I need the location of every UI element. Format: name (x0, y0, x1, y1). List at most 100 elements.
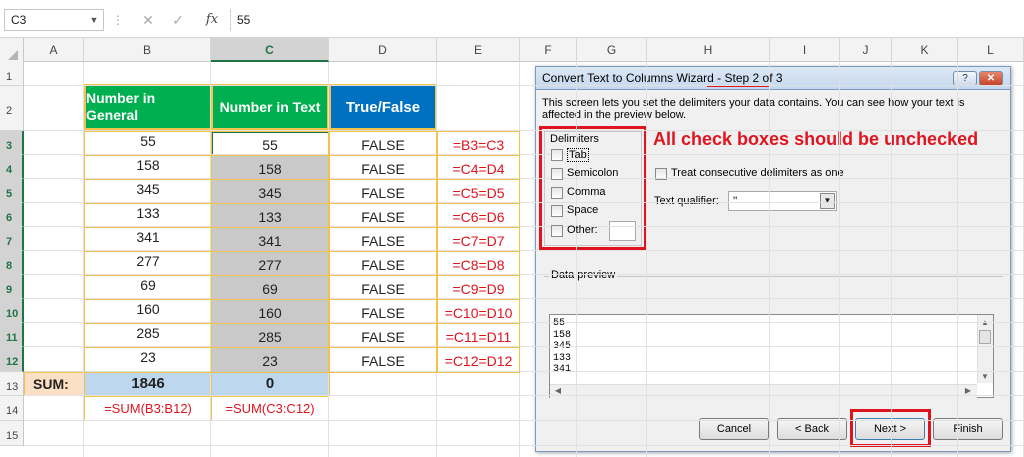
sum-label-cell[interactable]: SUM: (24, 372, 84, 396)
bool-value-cell[interactable]: FALSE (329, 179, 437, 204)
close-button[interactable]: ✕ (979, 71, 1003, 86)
column-header-k[interactable]: K (892, 38, 958, 62)
cancel-edit-icon[interactable]: ✕ (138, 10, 158, 30)
row-header-10[interactable]: 10 (0, 299, 24, 323)
column-header-g[interactable]: G (577, 38, 647, 62)
text-value-cell[interactable]: 55 (211, 131, 329, 156)
row-header-7[interactable]: 7 (0, 227, 24, 251)
column-header-e[interactable]: E (437, 38, 520, 62)
insert-function-icon[interactable]: fx (200, 10, 224, 30)
text-value-cell[interactable]: 133 (211, 203, 329, 228)
formula-text-cell[interactable]: =C7=D7 (437, 227, 520, 252)
delimiter-checkbox-tab[interactable] (551, 149, 563, 161)
text-value-cell[interactable]: 158 (211, 155, 329, 180)
confirm-edit-icon[interactable]: ✓ (168, 10, 188, 30)
formula-text-cell[interactable]: =C5=D5 (437, 179, 520, 204)
sum-text-cell[interactable]: 0 (211, 372, 329, 396)
row-header-13[interactable]: 13 (0, 372, 24, 396)
bool-value-cell[interactable]: FALSE (329, 227, 437, 252)
row-header-11[interactable]: 11 (0, 323, 24, 347)
name-box-dropdown-icon[interactable]: ▼ (86, 9, 102, 31)
general-value-cell[interactable]: 341 (84, 227, 212, 252)
column-header-f[interactable]: F (520, 38, 577, 62)
back-button[interactable]: < Back (777, 418, 847, 440)
formula-text-cell[interactable]: =C8=D8 (437, 251, 520, 276)
general-value-cell[interactable]: 55 (84, 131, 212, 156)
column-header-j[interactable]: J (840, 38, 892, 62)
general-value-cell[interactable]: 160 (84, 299, 212, 324)
chevron-down-icon[interactable]: ▼ (820, 193, 835, 209)
cancel-button[interactable]: Cancel (699, 418, 769, 440)
text-value-cell[interactable]: 345 (211, 179, 329, 204)
dialog-title-bar[interactable]: Convert Text to Columns Wizard - Step 2 … (535, 66, 1011, 90)
row-header-9[interactable]: 9 (0, 275, 24, 299)
bool-value-cell[interactable]: FALSE (329, 155, 437, 180)
preview-line: 158 (553, 329, 572, 341)
sum-empty-cell[interactable] (329, 372, 437, 396)
sum-general-cell[interactable]: 1846 (84, 372, 212, 396)
delimiter-label-comma: Comma (567, 186, 606, 198)
delimiter-checkbox-other[interactable] (551, 225, 563, 237)
general-value-cell[interactable]: 277 (84, 251, 212, 276)
row-header-1[interactable]: 1 (0, 62, 24, 86)
formula-text-cell[interactable]: =C10=D10 (437, 299, 520, 324)
delimiter-checkbox-semicolon[interactable] (551, 168, 563, 180)
row-header-8[interactable]: 8 (0, 251, 24, 275)
text-value-cell[interactable]: 69 (211, 275, 329, 300)
formula-text-cell[interactable]: =C4=D4 (437, 155, 520, 180)
header-number-general[interactable]: Number in General (84, 84, 212, 130)
header-true-false[interactable]: True/False (329, 84, 437, 130)
bool-value-cell[interactable]: FALSE (329, 131, 437, 156)
column-header-b[interactable]: B (84, 38, 211, 62)
general-value-cell[interactable]: 285 (84, 323, 212, 348)
text-value-cell[interactable]: 277 (211, 251, 329, 276)
row-header-15[interactable]: 15 (0, 421, 24, 446)
formula-text-cell[interactable]: =C9=D9 (437, 275, 520, 300)
general-value-cell[interactable]: 345 (84, 179, 212, 204)
delimiter-checkbox-comma[interactable] (551, 187, 563, 199)
bool-value-cell[interactable]: FALSE (329, 203, 437, 228)
scroll-down-icon[interactable]: ▼ (979, 372, 991, 381)
row-header-6[interactable]: 6 (0, 203, 24, 227)
bool-value-cell[interactable]: FALSE (329, 299, 437, 324)
formula-text-cell[interactable]: =C6=D6 (437, 203, 520, 228)
row-header-12[interactable]: 12 (0, 347, 24, 372)
preview-scroll-thumb[interactable] (979, 330, 991, 344)
finish-button[interactable]: Finish (933, 418, 1003, 440)
column-header-h[interactable]: H (647, 38, 770, 62)
sum-formula-b-cell[interactable]: =SUM(B3:B12) (84, 396, 212, 421)
scroll-left-icon[interactable]: ◀ (553, 386, 563, 395)
general-value-cell[interactable]: 133 (84, 203, 212, 228)
formula-text-cell[interactable]: =C11=D11 (437, 323, 520, 348)
row-header-4[interactable]: 4 (0, 155, 24, 179)
bool-value-cell[interactable]: FALSE (329, 323, 437, 348)
text-value-cell[interactable]: 285 (211, 323, 329, 348)
general-value-cell[interactable]: 23 (84, 347, 212, 373)
formula-text-cell[interactable]: =C12=D12 (437, 347, 520, 373)
general-value-cell[interactable]: 69 (84, 275, 212, 300)
column-header-a[interactable]: A (24, 38, 84, 62)
column-header-d[interactable]: D (329, 38, 437, 62)
row-header-2[interactable]: 2 (0, 86, 24, 131)
column-header-l[interactable]: L (958, 38, 1024, 62)
row-header-5[interactable]: 5 (0, 179, 24, 203)
header-number-text[interactable]: Number in Text (211, 84, 329, 130)
row-header-14[interactable]: 14 (0, 396, 24, 421)
general-value-cell[interactable]: 158 (84, 155, 212, 180)
column-header-c[interactable]: C (211, 38, 329, 62)
grid-line-vertical (957, 62, 958, 457)
sum-formula-c-cell[interactable]: =SUM(C3:C12) (211, 396, 329, 421)
bool-value-cell[interactable]: FALSE (329, 275, 437, 300)
formula-text-cell[interactable]: =B3=C3 (437, 131, 520, 156)
grid-line-horizontal (24, 85, 1024, 86)
text-value-cell[interactable]: 23 (211, 347, 329, 373)
row-header-3[interactable]: 3 (0, 131, 24, 155)
bool-value-cell[interactable]: FALSE (329, 347, 437, 373)
text-value-cell[interactable]: 160 (211, 299, 329, 324)
formula-input[interactable]: 55 (230, 9, 1020, 31)
bool-value-cell[interactable]: FALSE (329, 251, 437, 276)
text-value-cell[interactable]: 341 (211, 227, 329, 252)
scroll-right-icon[interactable]: ▶ (963, 386, 973, 395)
column-header-i[interactable]: I (770, 38, 840, 62)
delimiter-checkbox-space[interactable] (551, 205, 563, 217)
